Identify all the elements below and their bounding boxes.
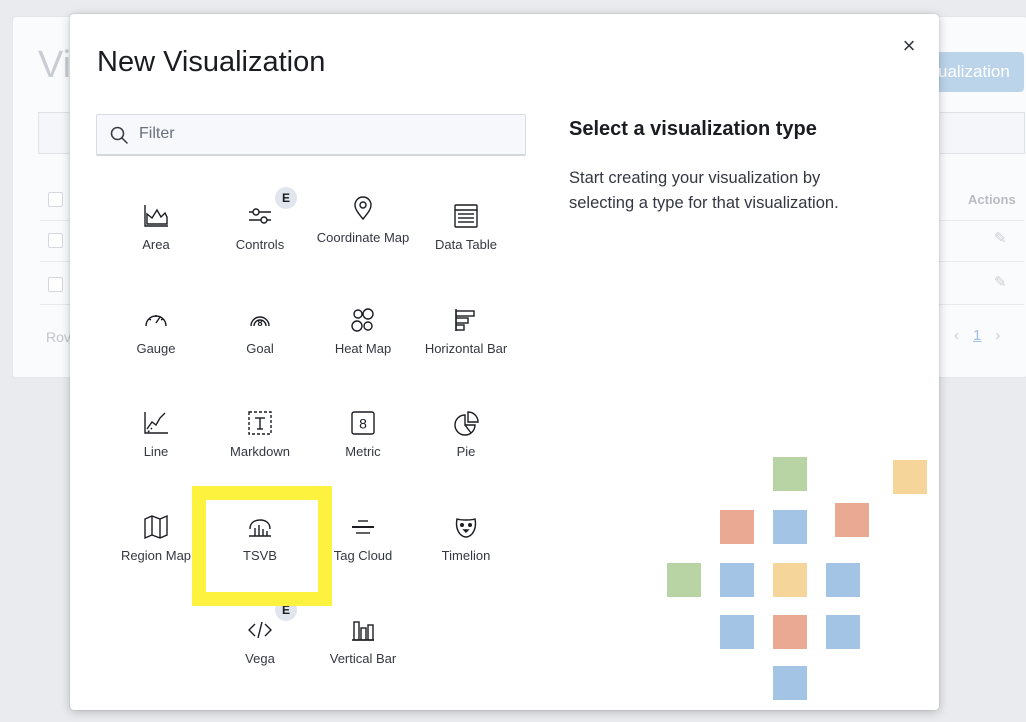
vis-type-pie[interactable]: Pie [414, 391, 518, 487]
timelion-icon [452, 513, 480, 541]
vis-type-label: TSVB [243, 548, 277, 563]
vis-type-timelion[interactable]: Timelion [414, 495, 518, 591]
data-table-icon [452, 202, 480, 230]
filter-field[interactable] [96, 114, 526, 156]
edit-pencil-icon[interactable]: ✎ [994, 273, 1007, 291]
illustration-square [835, 503, 869, 537]
vis-type-label: Timelion [441, 548, 491, 563]
horizontal-bar-icon [452, 306, 480, 334]
vis-type-data-table[interactable]: Data Table [414, 184, 518, 280]
vis-type-line[interactable]: Line [104, 391, 208, 487]
vis-type-label: Pie [456, 444, 476, 459]
create-visualization-button[interactable]: ualization [930, 52, 1024, 92]
experimental-badge: E [275, 187, 297, 209]
tsvb-icon [246, 513, 274, 541]
illustration-square [773, 666, 807, 700]
illustration-square [667, 563, 701, 597]
pagination-page-1[interactable]: 1 [973, 327, 981, 344]
vis-type-label: Vega [245, 651, 275, 666]
background-page-title: Vi [38, 44, 72, 86]
vis-type-label: Markdown [230, 444, 290, 459]
line-chart-icon [142, 409, 170, 437]
illustration-square [773, 510, 807, 544]
heat-map-icon [349, 306, 377, 334]
vis-type-label: Vertical Bar [329, 651, 397, 666]
gauge-icon [142, 306, 170, 334]
vis-type-tsvb[interactable]: TSVB [208, 495, 312, 591]
vis-type-label: Tag Cloud [333, 548, 393, 563]
illustration-square [773, 615, 807, 649]
illustration-square [720, 510, 754, 544]
experimental-badge: E [275, 599, 297, 621]
pagination: ‹ 1 › [954, 327, 1000, 344]
vis-type-label: Horizontal Bar [424, 341, 508, 356]
vis-type-vertical-bar[interactable]: Vertical Bar [311, 598, 415, 694]
modal-title: New Visualization [97, 46, 326, 78]
illustration-square [720, 615, 754, 649]
search-icon [110, 126, 128, 144]
illustration-square [773, 457, 807, 491]
markdown-icon [246, 409, 274, 437]
vis-type-label: Coordinate Map [316, 230, 410, 245]
pie-chart-icon [452, 409, 480, 437]
controls-icon [246, 202, 274, 230]
vis-type-tag-cloud[interactable]: Tag Cloud [311, 495, 415, 591]
edit-pencil-icon[interactable]: ✎ [994, 229, 1007, 247]
vis-type-label: Goal [246, 341, 274, 356]
actions-column-header: Actions [968, 192, 1016, 207]
rows-per-page-label: Rov [46, 329, 71, 345]
region-map-icon [142, 513, 170, 541]
tag-cloud-icon [349, 513, 377, 541]
row-checkbox[interactable] [48, 277, 63, 292]
map-pin-icon [349, 194, 377, 222]
vis-type-label: Data Table [435, 237, 497, 252]
vis-type-label: Heat Map [334, 341, 392, 356]
illustration-square [826, 615, 860, 649]
vis-type-label: Area [142, 237, 170, 252]
vis-type-heat-map[interactable]: Heat Map [311, 288, 415, 384]
vega-code-icon [246, 616, 274, 644]
vis-type-goal[interactable]: 8 Goal [208, 288, 312, 384]
row-checkbox[interactable] [48, 233, 63, 248]
vis-type-label: Metric [345, 444, 381, 459]
goal-icon: 8 [246, 306, 274, 334]
vis-type-metric[interactable]: 8 Metric [311, 391, 415, 487]
close-icon[interactable]: × [898, 35, 920, 58]
illustration-square [720, 563, 754, 597]
side-description: Start creating your visualization by sel… [569, 169, 839, 212]
background-search-field[interactable] [38, 112, 69, 154]
vis-type-horizontal-bar[interactable]: Horizontal Bar [414, 288, 518, 384]
pagination-next-icon[interactable]: › [995, 327, 1000, 344]
vis-type-area[interactable]: Area [104, 184, 208, 280]
vis-type-label: Controls [235, 237, 285, 252]
side-title: Select a visualization type [569, 118, 817, 140]
vis-type-label: Gauge [136, 341, 176, 356]
new-visualization-modal: × New Visualization Area Controls E Coor… [70, 14, 939, 710]
vis-type-markdown[interactable]: Markdown [208, 391, 312, 487]
svg-text:8: 8 [359, 416, 367, 432]
metric-icon: 8 [349, 409, 377, 437]
svg-text:8: 8 [257, 318, 262, 328]
background-search-field-end [940, 112, 1025, 154]
vis-type-region-map[interactable]: Region Map [104, 495, 208, 591]
filter-input[interactable] [139, 115, 519, 153]
area-chart-icon [142, 202, 170, 230]
pagination-prev-icon[interactable]: ‹ [954, 327, 959, 344]
illustration-square [826, 563, 860, 597]
vis-type-label: Region Map [120, 548, 192, 563]
select-all-checkbox[interactable] [48, 192, 63, 207]
vis-type-gauge[interactable]: Gauge [104, 288, 208, 384]
vis-type-label: Line [143, 444, 169, 459]
illustration-square [773, 563, 807, 597]
vis-type-coordinate-map[interactable]: Coordinate Map [311, 184, 415, 280]
illustration-square [893, 460, 927, 494]
vertical-bar-icon [349, 616, 377, 644]
